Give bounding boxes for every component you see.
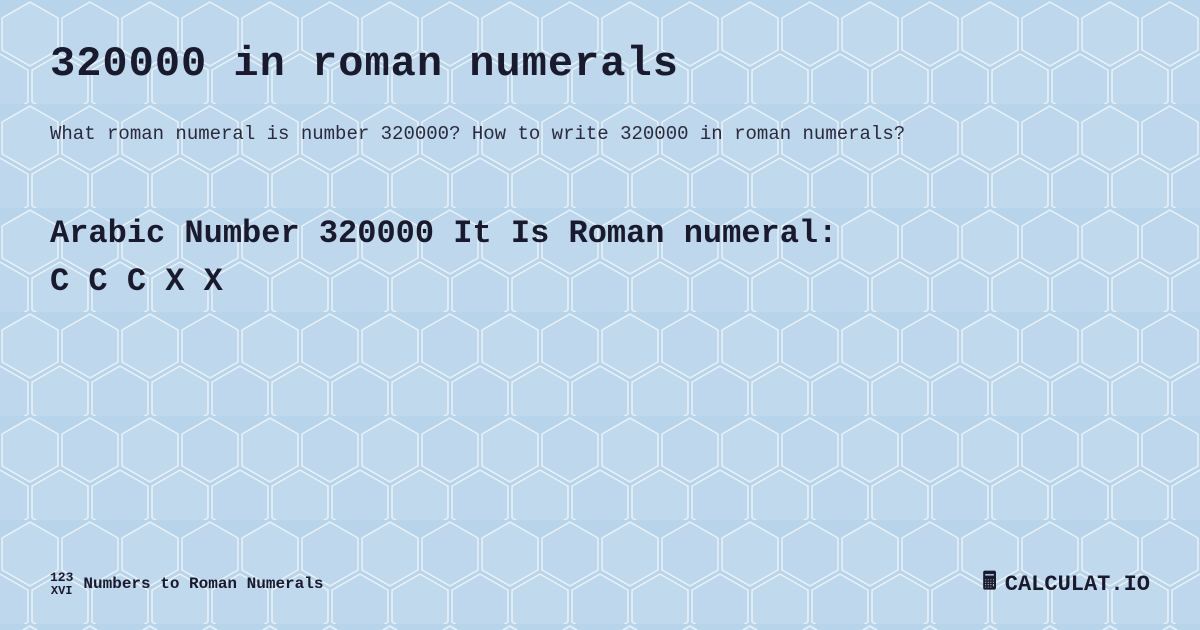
page-description: What roman numeral is number 320000? How… xyxy=(50,118,1150,150)
page-content: 320000 in roman numerals What roman nume… xyxy=(0,0,1200,630)
page-title: 320000 in roman numerals xyxy=(50,40,1150,88)
result-section: Arabic Number 320000 It Is Roman numeral… xyxy=(50,210,1150,306)
numbers-roman-icon: 123 XVI xyxy=(50,571,73,598)
calculator-icon: 🖩 xyxy=(982,564,996,605)
brand-label: Numbers to Roman Numerals xyxy=(83,575,323,593)
result-text-line1: Arabic Number 320000 It Is Roman numeral… xyxy=(50,215,837,252)
result-line1: Arabic Number 320000 It Is Roman numeral… xyxy=(50,210,1150,306)
calculat-brand: CALCULAT.IO xyxy=(1005,572,1150,597)
brand-right: 🖩 CALCULAT.IO xyxy=(982,564,1150,605)
footer: 123 XVI Numbers to Roman Numerals 🖩 CALC… xyxy=(50,564,1150,605)
result-text-line2: C C C X X xyxy=(50,263,223,300)
icon-bottom-numeral: XVI xyxy=(51,585,73,598)
icon-top-number: 123 xyxy=(50,571,73,585)
brand-left: 123 XVI Numbers to Roman Numerals xyxy=(50,571,323,598)
